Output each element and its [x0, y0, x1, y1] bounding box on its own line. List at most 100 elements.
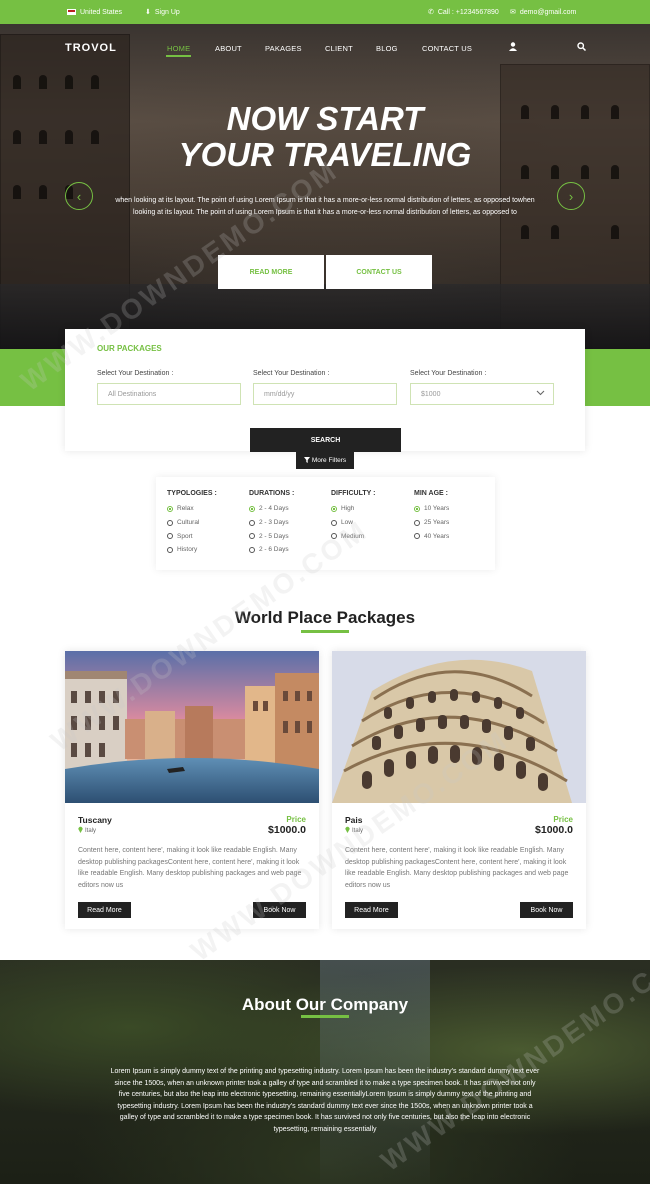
country-label: United States [80, 8, 123, 16]
package-name[interactable]: Pais [345, 815, 363, 825]
option-label: 40 Years [424, 532, 450, 540]
date-input[interactable]: mm/dd/yy [253, 383, 397, 405]
location-label: Italy [85, 827, 97, 834]
filter-option[interactable]: History [167, 543, 217, 557]
option-label: Cultural [177, 519, 200, 527]
signup-label: Sign Up [154, 8, 180, 16]
option-label: 2 - 5 Days [259, 532, 289, 540]
nav-blog[interactable]: BLOG [376, 44, 398, 53]
price-select[interactable]: $1000 [410, 383, 554, 405]
filters-panel: TYPOLOGIES : Relax Cultural Sport Histor… [156, 477, 495, 570]
filter-option[interactable]: 10 Years [414, 502, 449, 516]
book-now-button[interactable]: Book Now [253, 902, 306, 918]
filter-option[interactable]: 25 Years [414, 516, 449, 530]
package-name[interactable]: Tuscany [78, 815, 112, 825]
package-card: Pais Italy Price $1000.0 Content here, c… [332, 651, 586, 929]
phone-icon: ✆ [428, 9, 434, 16]
hero-title-line2: YOUR TRAVELING [178, 136, 472, 173]
radio-icon [331, 533, 337, 540]
about-title: About Our Company [241, 995, 409, 1014]
destination-label-3: Select Your Destination : [410, 370, 487, 377]
radio-icon [167, 505, 173, 512]
filter-icon [303, 456, 310, 465]
typologies-column: TYPOLOGIES : Relax Cultural Sport Histor… [167, 490, 217, 557]
option-label: 10 Years [424, 505, 450, 513]
filter-option[interactable]: 2 - 4 Days [249, 502, 294, 516]
contact-us-button[interactable]: CONTACT US [326, 255, 432, 289]
option-label: Low [341, 519, 353, 527]
radio-icon [331, 519, 337, 526]
option-label: History [177, 546, 198, 554]
price-label: Price [286, 815, 306, 824]
mail-icon: ✉ [510, 9, 516, 16]
packages-title: World Place Packages [234, 608, 416, 627]
about-text: Lorem Ipsum is simply dummy text of the … [110, 1068, 540, 1133]
hero-title-line1: NOW START [226, 100, 424, 137]
destination-input[interactable]: All Destinations [97, 383, 241, 405]
radio-icon [414, 533, 420, 540]
radio-icon [414, 505, 420, 512]
radio-icon [331, 505, 337, 512]
read-more-button[interactable]: READ MORE [218, 255, 324, 289]
price-value: $1000.0 [535, 824, 573, 836]
radio-icon [167, 519, 173, 526]
top-bar: United States ⬇ Sign Up ✆ Call : +123456… [0, 0, 650, 24]
option-label: Medium [341, 532, 365, 540]
package-card: Tuscany Italy Price $1000.0 Content here… [65, 651, 319, 929]
option-label: 25 Years [424, 519, 450, 527]
read-more-button[interactable]: Read More [345, 902, 398, 918]
typologies-title: TYPOLOGIES : [167, 490, 217, 497]
option-label: High [341, 505, 355, 513]
option-label: Sport [177, 532, 193, 540]
filter-option[interactable]: Medium [331, 529, 375, 543]
nav-packages[interactable]: PAKAGES [265, 44, 302, 53]
nav-client[interactable]: CLIENT [325, 44, 353, 53]
signup-link[interactable]: ⬇ Sign Up [145, 8, 180, 17]
filter-option[interactable]: 2 - 5 Days [249, 529, 294, 543]
nav-contact[interactable]: CONTACT US [422, 44, 472, 53]
read-more-button[interactable]: Read More [78, 902, 131, 918]
radio-icon [414, 519, 420, 526]
option-label: 2 - 3 Days [259, 519, 289, 527]
durations-column: DURATIONS : 2 - 4 Days 2 - 3 Days 2 - 5 … [249, 490, 294, 557]
nav-home[interactable]: HOME [165, 44, 192, 57]
filter-option[interactable]: High [331, 502, 375, 516]
durations-title: DURATIONS : [249, 490, 295, 497]
user-icon: ⬇ [145, 9, 151, 16]
country-selector[interactable]: United States [67, 9, 122, 16]
prev-slide-button[interactable]: ‹ [65, 182, 93, 210]
next-slide-button[interactable]: › [557, 182, 585, 210]
radio-icon [167, 533, 173, 540]
filter-option[interactable]: Relax [167, 502, 217, 516]
title-underline [301, 630, 349, 633]
about-title-underline [301, 1015, 349, 1018]
site-logo[interactable]: TROVOL [65, 42, 117, 54]
email-link[interactable]: ✉ demo@gmail.com [510, 8, 576, 17]
hero-banner [0, 24, 650, 349]
filter-option[interactable]: Sport [167, 529, 217, 543]
venice-image[interactable] [65, 651, 319, 803]
call-info: ✆ Call : +1234567890 [428, 8, 499, 17]
package-description: Content here, content here', making it l… [78, 847, 302, 889]
filter-option[interactable]: Low [331, 516, 375, 530]
chevron-down-icon [536, 390, 545, 398]
filter-option[interactable]: Cultural [167, 516, 217, 530]
difficulty-column: DIFFICULTY : High Low Medium [331, 490, 375, 543]
filter-option[interactable]: 2 - 3 Days [249, 516, 294, 530]
map-pin-icon [345, 826, 350, 835]
radio-icon [249, 519, 255, 526]
search-icon[interactable] [577, 42, 587, 53]
us-flag-icon [67, 9, 76, 15]
pisa-tower-image[interactable] [332, 651, 586, 803]
filter-option[interactable]: 2 - 6 Days [249, 543, 294, 557]
filter-option[interactable]: 40 Years [414, 529, 449, 543]
min-age-column: MIN AGE : 10 Years 25 Years 40 Years [414, 490, 449, 543]
search-button[interactable]: SEARCH [250, 428, 401, 452]
package-description: Content here, content here', making it l… [345, 847, 569, 889]
user-icon[interactable] [509, 42, 517, 53]
nav-about[interactable]: ABOUT [215, 44, 242, 53]
more-filters-button[interactable]: More Filters [296, 452, 354, 469]
price-select-value: $1000 [421, 390, 441, 398]
book-now-button[interactable]: Book Now [520, 902, 573, 918]
chevron-left-icon: ‹ [76, 188, 82, 204]
